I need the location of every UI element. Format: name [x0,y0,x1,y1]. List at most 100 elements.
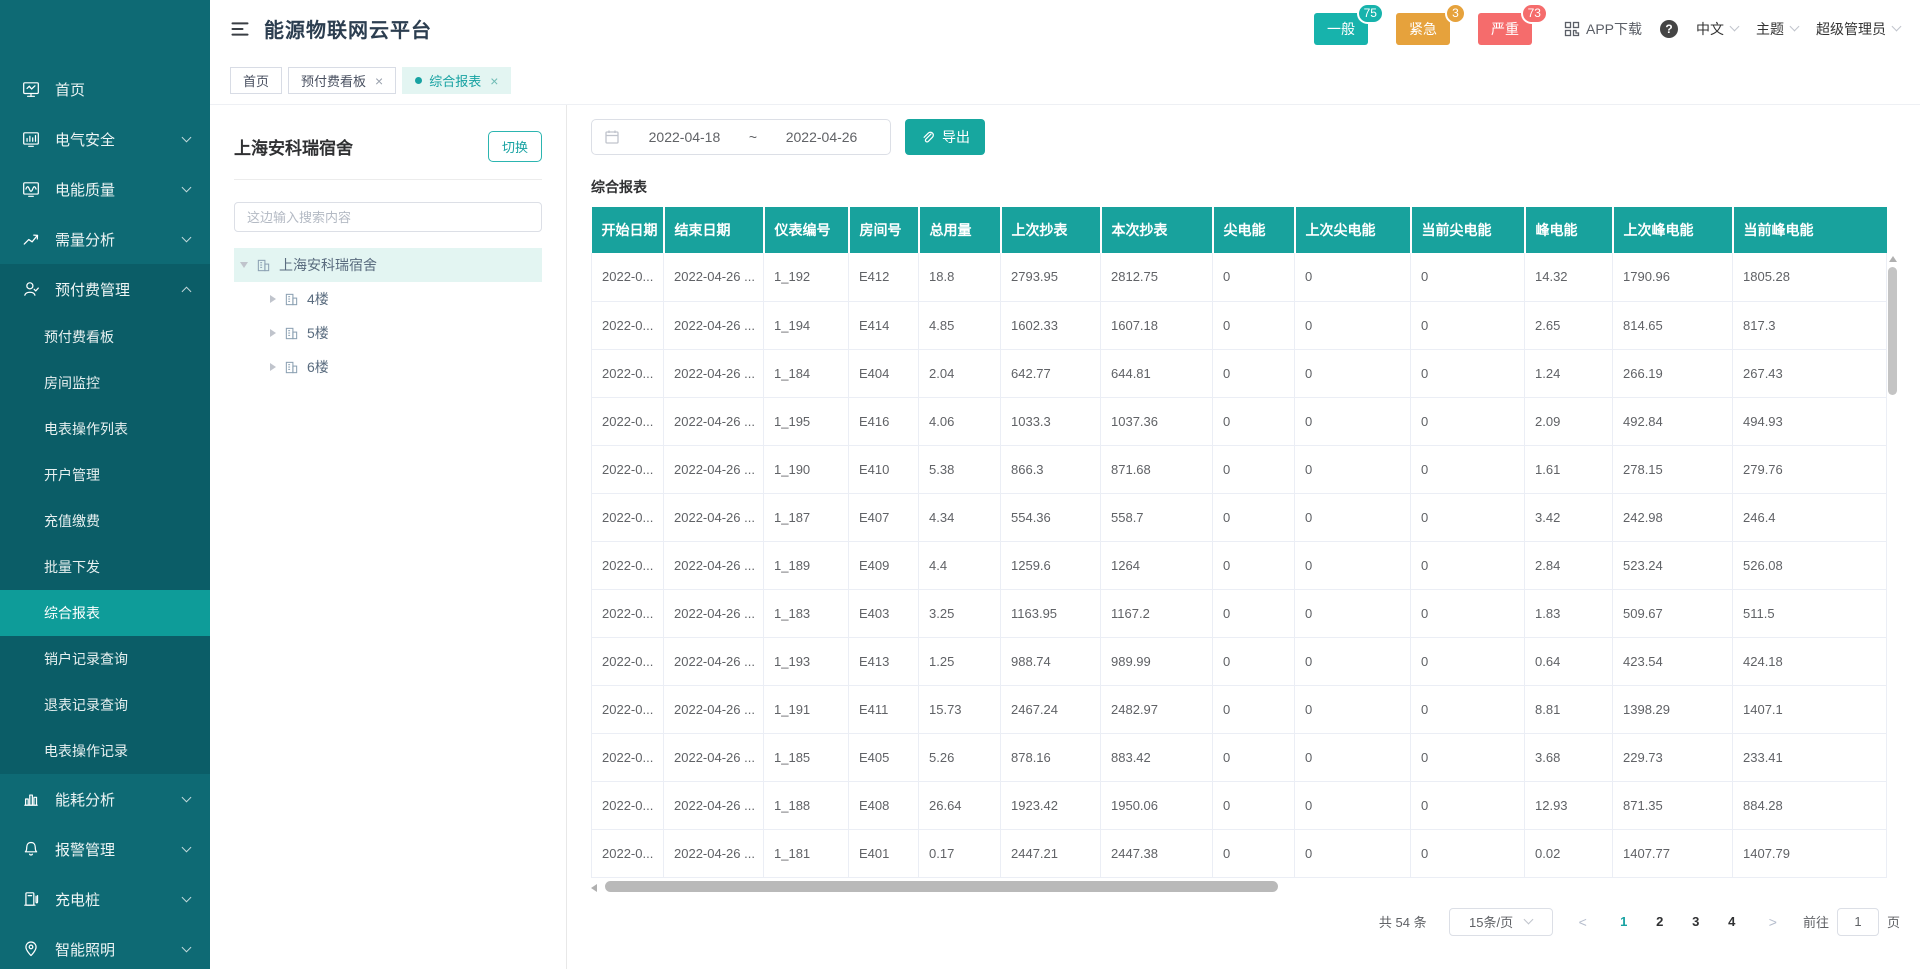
tree-node-2[interactable]: 6楼 [234,350,542,384]
table-row-7[interactable]: 2022-0...2022-04-26 ...1_183E4033.251163… [592,589,1887,637]
goto-page-input[interactable] [1837,908,1879,936]
table-row-3[interactable]: 2022-0...2022-04-26 ...1_195E4164.061033… [592,397,1887,445]
sidebar-subitem-0[interactable]: 预付费看板 [0,314,210,360]
date-range-picker[interactable]: 2022-04-18 ~ 2022-04-26 [591,119,891,155]
table-row-8[interactable]: 2022-0...2022-04-26 ...1_193E4131.25988.… [592,637,1887,685]
table-row-11[interactable]: 2022-0...2022-04-26 ...1_188E40826.64192… [592,781,1887,829]
end-date-input[interactable]: 2022-04-26 [765,129,878,145]
vertical-scrollbar-thumb[interactable] [1888,267,1897,395]
table-cell: 2022-0... [592,685,664,733]
tree-node-0[interactable]: 4楼 [234,282,542,316]
scroll-up-icon[interactable] [1889,256,1897,262]
alert-badge-1[interactable]: 紧急3 [1396,13,1450,45]
user-label: 超级管理员 [1816,19,1886,39]
horizontal-scrollbar[interactable] [591,880,1886,894]
table-cell: 2022-0... [592,397,664,445]
sidebar-section-4: 预付费管理预付费看板房间监控电表操作列表开户管理充值缴费批量下发综合报表销户记录… [0,264,210,774]
close-icon[interactable]: × [490,73,498,89]
table-cell: 1407.77 [1613,829,1733,877]
sidebar-item-2[interactable]: 电能质量 [0,164,210,214]
sidebar-item-0[interactable]: 首页 [0,64,210,114]
tree-node-root[interactable]: 上海安科瑞宿舍 [234,248,542,282]
table-row-1[interactable]: 2022-0...2022-04-26 ...1_194E4144.851602… [592,301,1887,349]
table-row-0[interactable]: 2022-0...2022-04-26 ...1_192E41218.82793… [592,253,1887,301]
next-page-button[interactable]: > [1765,914,1781,930]
sidebar-item-label: 充电桩 [55,889,100,910]
caret-down-icon[interactable] [240,262,248,268]
sidebar-item-7[interactable]: 充电桩 [0,874,210,924]
chevron-down-icon [182,892,192,902]
app-download-link[interactable]: APP下载 [1564,19,1642,39]
page-button-4[interactable]: 4 [1721,914,1743,929]
caret-right-icon[interactable] [270,329,276,337]
sidebar-item-4[interactable]: 预付费管理 [0,264,210,314]
table-cell: 558.7 [1101,493,1213,541]
tree-node-1[interactable]: 5楼 [234,316,542,350]
tree-search-input[interactable] [234,202,542,232]
tree-node-label: 4楼 [307,289,329,309]
collapse-menu-icon[interactable] [230,19,250,39]
tab-0[interactable]: 首页 [230,67,282,94]
table-cell: 0 [1411,685,1525,733]
table-cell: 2022-04-26 ... [664,349,764,397]
sidebar-subitem-3[interactable]: 开户管理 [0,452,210,498]
sidebar-subitem-6[interactable]: 综合报表 [0,590,210,636]
close-icon[interactable]: × [375,73,383,89]
table-row-6[interactable]: 2022-0...2022-04-26 ...1_189E4094.41259.… [592,541,1887,589]
table-row-4[interactable]: 2022-0...2022-04-26 ...1_190E4105.38866.… [592,445,1887,493]
table-row-12[interactable]: 2022-0...2022-04-26 ...1_181E4010.172447… [592,829,1887,877]
table-cell: 1_181 [764,829,849,877]
page-button-3[interactable]: 3 [1685,914,1707,929]
sidebar-subitem-4[interactable]: 充值缴费 [0,498,210,544]
help-icon[interactable]: ? [1660,20,1678,38]
table-cell: 1.83 [1525,589,1613,637]
alert-badge-2[interactable]: 严重73 [1478,13,1532,45]
theme-dropdown[interactable]: 主题 [1756,19,1798,39]
sidebar-item-8[interactable]: 智能照明 [0,924,210,969]
sidebar-subitem-1[interactable]: 房间监控 [0,360,210,406]
alert-badge-0[interactable]: 一般75 [1314,13,1368,45]
export-button[interactable]: 导出 [905,119,985,155]
tab-1[interactable]: 预付费看板× [288,67,396,94]
sidebar-subitem-9[interactable]: 电表操作记录 [0,728,210,774]
table-row-10[interactable]: 2022-0...2022-04-26 ...1_185E4055.26878.… [592,733,1887,781]
table-cell: 0 [1295,685,1411,733]
table-cell: 5.26 [919,733,1001,781]
table-cell: 0 [1213,637,1295,685]
sidebar-item-5[interactable]: 能耗分析 [0,774,210,824]
table-cell: 2.09 [1525,397,1613,445]
prev-page-button[interactable]: < [1575,914,1591,930]
table-row-2[interactable]: 2022-0...2022-04-26 ...1_184E4042.04642.… [592,349,1887,397]
column-header-11: 上次峰电能 [1613,207,1733,253]
sidebar-section-5: 能耗分析 [0,774,210,824]
tab-2[interactable]: 综合报表× [402,67,511,94]
tree: 上海安科瑞宿舍 4楼 5楼 6楼 [234,248,542,384]
caret-right-icon[interactable] [270,295,276,303]
scroll-left-icon[interactable] [591,884,597,892]
sidebar-subitem-5[interactable]: 批量下发 [0,544,210,590]
sidebar-subitem-7[interactable]: 销户记录查询 [0,636,210,682]
horizontal-scrollbar-thumb[interactable] [605,881,1278,892]
app-download-label: APP下载 [1586,19,1642,39]
page-button-1[interactable]: 1 [1613,914,1635,929]
vertical-scrollbar[interactable] [1886,253,1900,894]
sidebar-item-3[interactable]: 需量分析 [0,214,210,264]
sidebar-item-label: 电气安全 [55,129,115,150]
sidebar-item-6[interactable]: 报警管理 [0,824,210,874]
table-row-9[interactable]: 2022-0...2022-04-26 ...1_191E41115.73246… [592,685,1887,733]
switch-button[interactable]: 切换 [488,131,542,162]
sidebar-subitem-2[interactable]: 电表操作列表 [0,406,210,452]
sidebar-subitem-8[interactable]: 退表记录查询 [0,682,210,728]
table-row-5[interactable]: 2022-0...2022-04-26 ...1_187E4074.34554.… [592,493,1887,541]
language-dropdown[interactable]: 中文 [1696,19,1738,39]
table-cell: 2793.95 [1001,253,1101,301]
caret-right-icon[interactable] [270,363,276,371]
tree-node-label: 5楼 [307,323,329,343]
page-button-2[interactable]: 2 [1649,914,1671,929]
sidebar-item-1[interactable]: 电气安全 [0,114,210,164]
start-date-input[interactable]: 2022-04-18 [628,129,741,145]
chevron-down-icon [1790,22,1800,32]
user-dropdown[interactable]: 超级管理员 [1816,19,1900,39]
page-size-select[interactable]: 15条/页 [1449,908,1553,936]
table-cell: 814.65 [1613,301,1733,349]
